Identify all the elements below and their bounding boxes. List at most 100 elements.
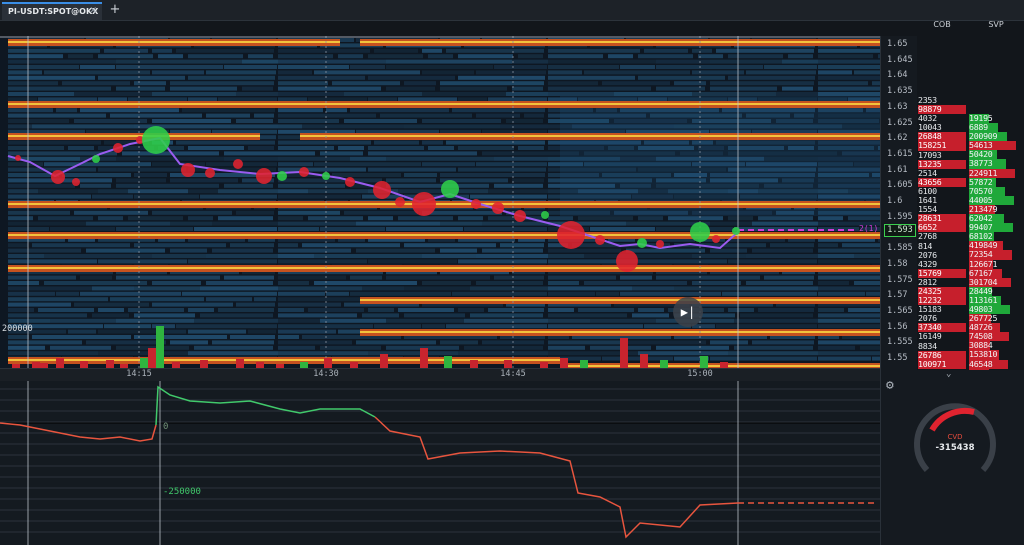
sell-trade-bubble — [656, 240, 664, 248]
heatmap-chart[interactable] — [0, 36, 880, 368]
liquidity-cell — [386, 59, 440, 64]
liquidity-cell — [230, 124, 278, 129]
liquidity-cell — [134, 243, 226, 248]
liquidity-cell — [8, 351, 98, 356]
sell-trade-bubble — [471, 199, 481, 209]
liquidity-cell — [632, 286, 674, 291]
liquidity-cell — [350, 275, 382, 280]
liquidity-cell — [716, 48, 814, 53]
volume-bar — [700, 356, 708, 368]
liquidity-cell — [278, 216, 303, 221]
liquidity-cell — [8, 146, 64, 150]
liquidity-cell — [8, 313, 87, 318]
liquidity-cell — [8, 81, 58, 86]
liquidity-cell — [170, 81, 274, 86]
svp-value: 70570 — [969, 186, 1017, 196]
liquidity-cell — [422, 324, 445, 329]
liquidity-cell — [638, 259, 727, 264]
svp-value: 62042 — [969, 214, 1017, 224]
liquidity-cell — [188, 259, 277, 264]
liquidity-cell — [152, 92, 236, 96]
liquidity-cell — [224, 65, 277, 69]
liquidity-cell — [182, 108, 275, 113]
time-tick: 15:00 — [687, 369, 713, 379]
liquidity-cell — [32, 243, 130, 248]
liquidity-cell — [344, 92, 422, 96]
liquidity-cell — [8, 59, 116, 64]
liquidity-cell — [440, 59, 512, 64]
liquidity-cell — [206, 297, 252, 302]
liquidity-cell — [116, 178, 166, 183]
cob-value: 4329 — [918, 259, 937, 269]
liquidity-cell — [512, 59, 548, 64]
liquidity-band-core — [360, 299, 880, 301]
liquidity-cell — [446, 140, 545, 145]
liquidity-cell — [338, 146, 364, 150]
liquidity-cell — [776, 92, 818, 96]
price-axis[interactable]: 1.65 1.645 1.64 1.635 1.63 1.625 1.62 1.615 1.61… — [880, 36, 917, 370]
liquidity-cell — [74, 92, 152, 96]
buy-trade-bubble — [541, 211, 549, 219]
gauge-fill — [929, 407, 975, 432]
liquidity-cell — [620, 65, 655, 69]
liquidity-cell — [440, 81, 544, 86]
liquidity-cell — [638, 308, 664, 312]
liquidity-cell — [818, 340, 880, 345]
cob-value: 6652 — [918, 223, 966, 233]
buy-trade-bubble — [732, 227, 740, 235]
add-tab-button[interactable]: + — [108, 2, 122, 18]
liquidity-cell — [488, 189, 548, 194]
svp-value: 99407 — [969, 223, 1017, 233]
volume-bar — [200, 360, 208, 368]
liquidity-cell — [152, 254, 206, 258]
liquidity-cell — [8, 54, 63, 59]
liquidity-cell — [320, 318, 386, 323]
liquidity-cell — [728, 308, 754, 312]
liquidity-cell — [278, 162, 313, 167]
close-icon[interactable]: ✕ — [89, 4, 97, 19]
liquidity-cell — [440, 248, 477, 253]
liquidity-cell — [638, 351, 728, 356]
gear-icon[interactable]: ⚙ — [886, 378, 894, 393]
liquidity-cell — [212, 221, 278, 226]
liquidity-cell — [344, 210, 418, 215]
cvd-chart[interactable]: 0 -250000 — [0, 381, 880, 545]
liquidity-cell — [584, 70, 690, 75]
liquidity-cell — [818, 70, 852, 75]
cob-value: 17093 — [918, 150, 942, 160]
cob-value: 814 — [918, 241, 933, 251]
price-tick: 1.605 — [887, 180, 913, 191]
liquidity-cell — [848, 216, 880, 221]
cvd-bg — [0, 381, 880, 545]
liquidity-cell — [152, 210, 232, 215]
volume-bar — [324, 358, 332, 368]
liquidity-cell — [344, 119, 417, 123]
skip-to-live-button[interactable]: ▶| — [673, 297, 703, 327]
liquidity-cell — [584, 254, 692, 258]
liquidity-cell — [368, 308, 394, 312]
liquidity-cell — [278, 54, 333, 59]
tab-bar: PI-USDT:SPOT@OKX ✕ + — [0, 0, 1024, 21]
chevron-down-icon[interactable]: ⌄ — [946, 369, 951, 379]
time-axis[interactable]: 14:15 14:30 14:45 15:00 — [0, 368, 880, 382]
liquidity-cell — [518, 54, 543, 59]
volume-bar — [236, 359, 244, 368]
liquidity-cell — [200, 313, 273, 318]
volume-bar — [620, 338, 628, 368]
tab-pi-usdt[interactable]: PI-USDT:SPOT@OKX ✕ — [2, 2, 102, 20]
liquidity-cell — [722, 291, 817, 296]
liquidity-cell — [578, 216, 633, 221]
liquidity-cell — [8, 308, 34, 312]
liquidity-cell — [278, 329, 336, 334]
liquidity-cell — [278, 210, 340, 215]
liquidity-cell — [752, 221, 818, 226]
liquidity-cell — [32, 335, 131, 339]
liquidity-cell — [278, 259, 367, 264]
liquidity-cell — [278, 108, 323, 113]
cob-value: 158251 — [918, 141, 966, 151]
liquidity-cell — [278, 248, 351, 253]
svp-value: 67167 — [969, 268, 1017, 278]
liquidity-cell — [638, 75, 725, 80]
liquidity-cell — [548, 54, 603, 59]
liquidity-cell — [548, 48, 640, 53]
